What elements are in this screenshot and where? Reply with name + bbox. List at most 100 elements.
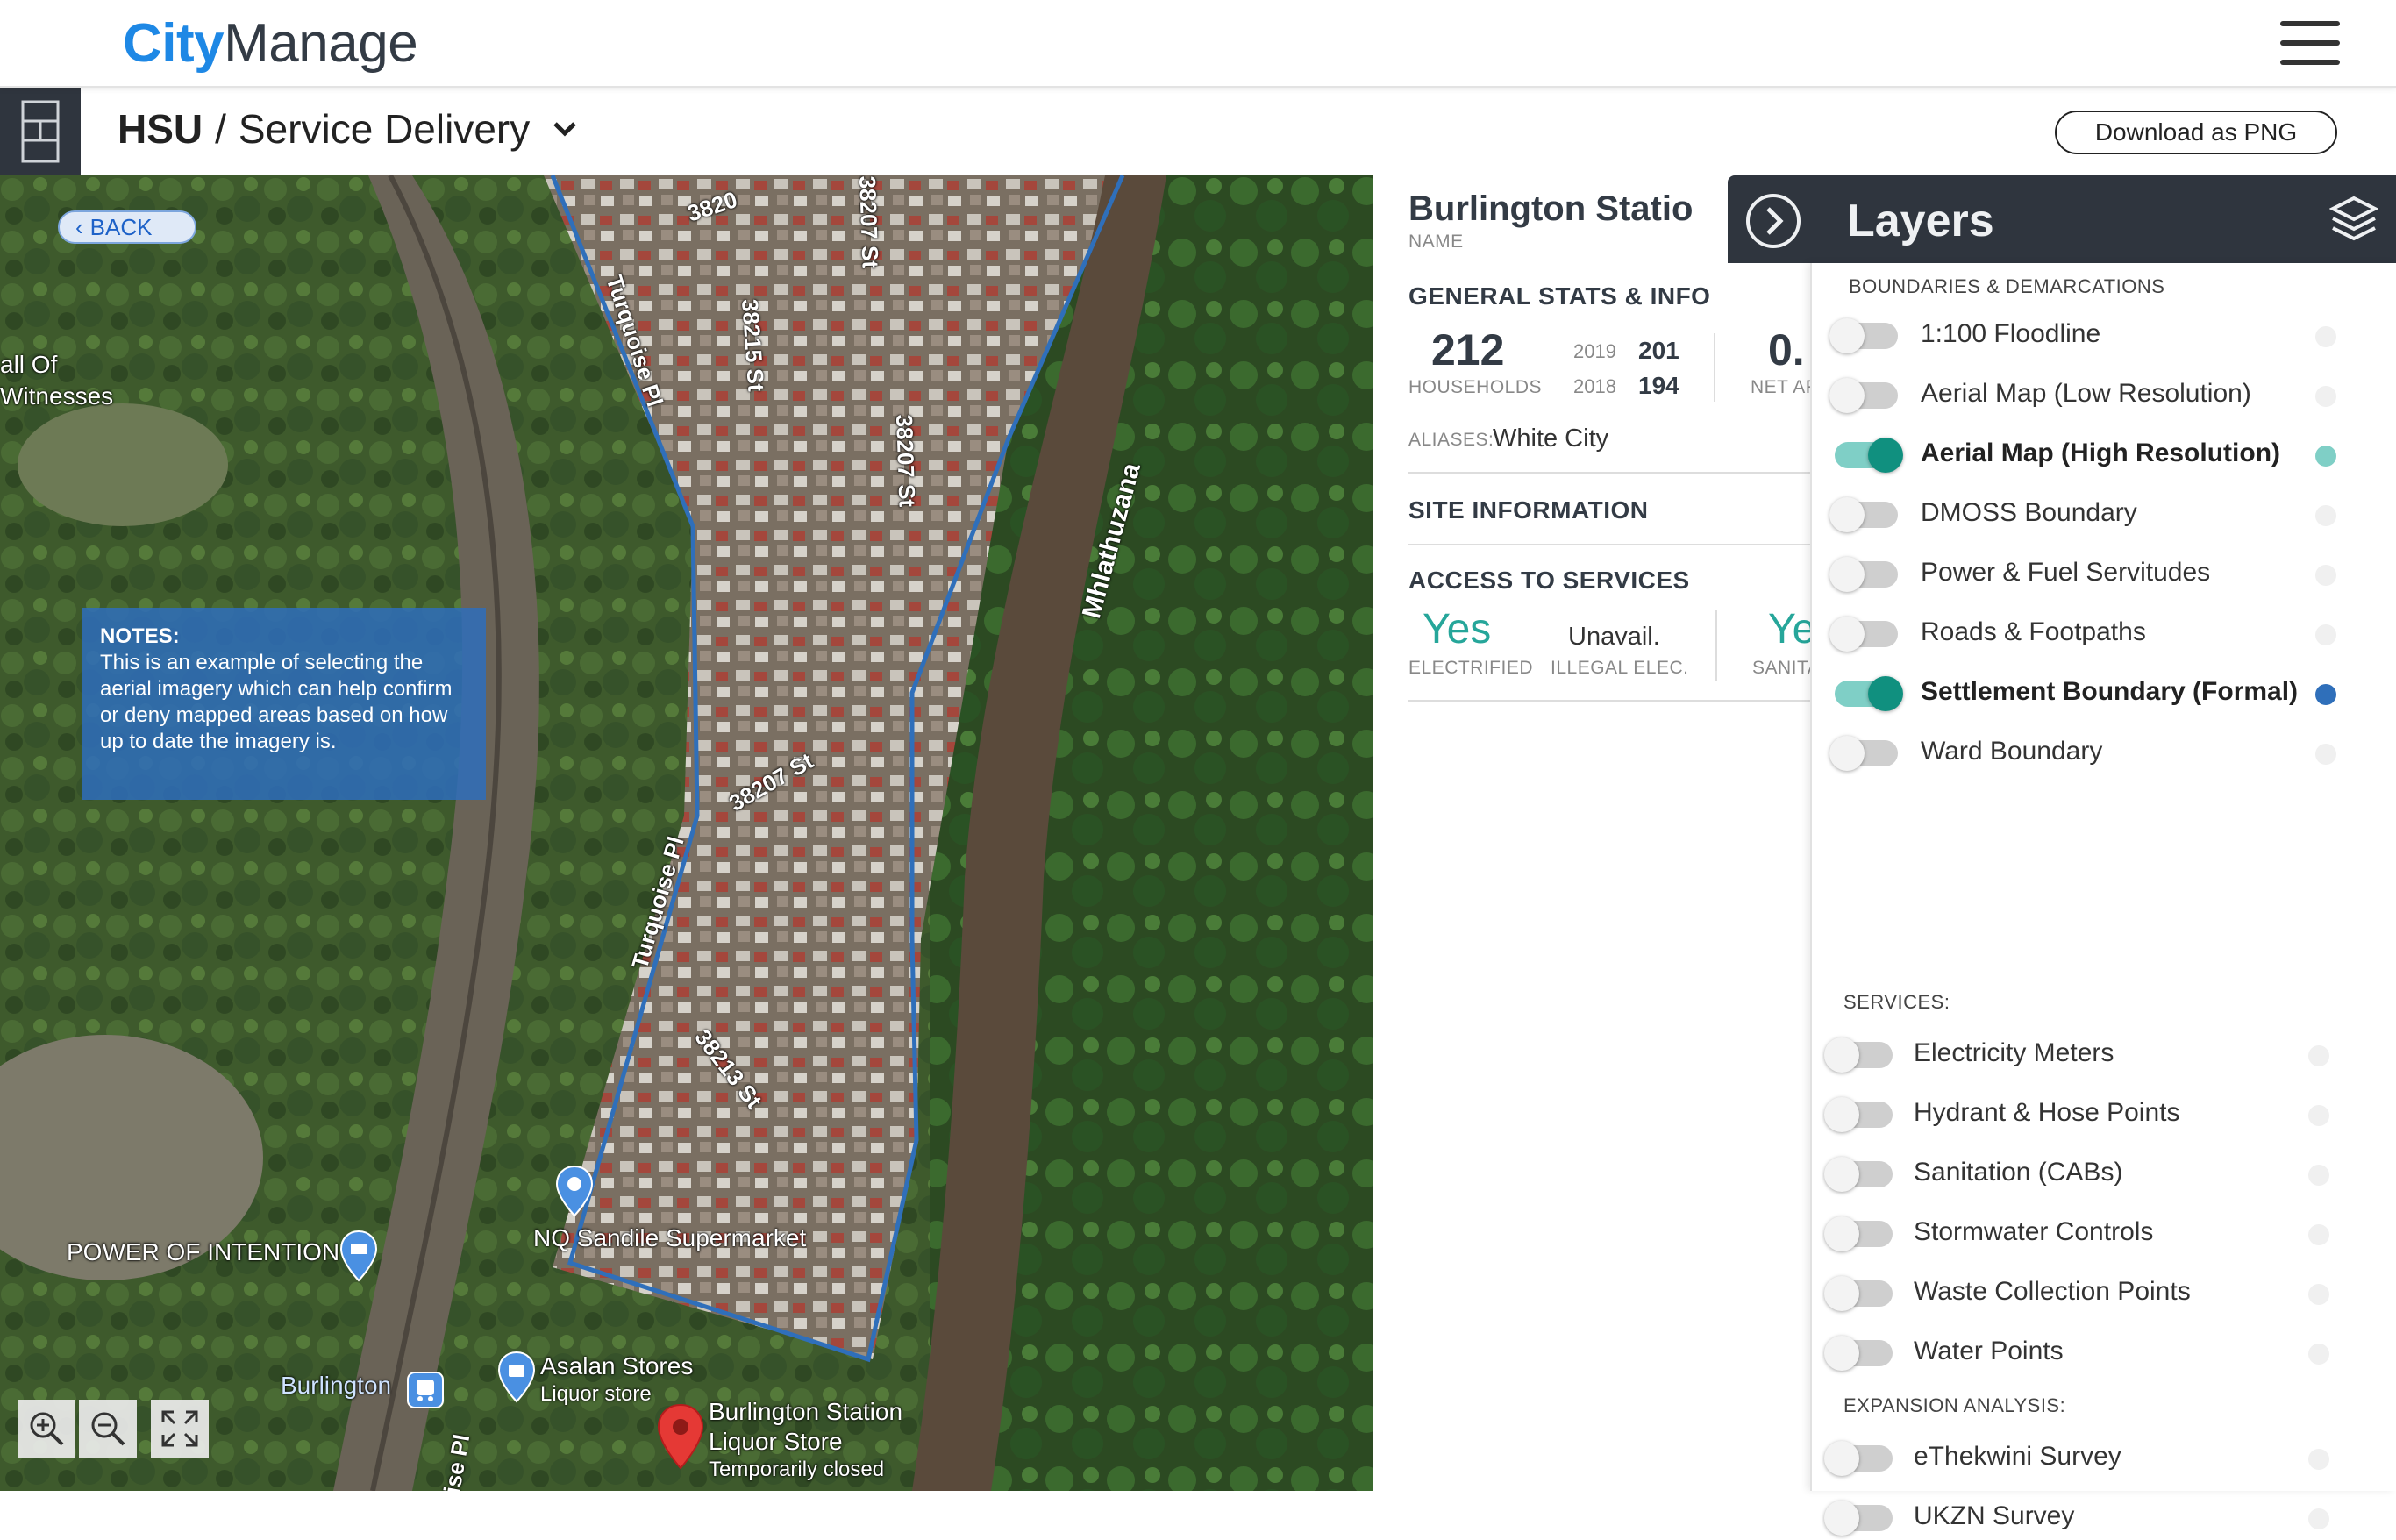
layer-row[interactable]: DMOSS Boundary bbox=[1812, 495, 2396, 537]
layer-toggle[interactable] bbox=[1829, 318, 1898, 353]
poi-sublabel: Liquor store bbox=[540, 1382, 652, 1406]
location-pin-icon[interactable] bbox=[656, 1403, 705, 1472]
sidebar-toggle-icon bbox=[21, 100, 60, 163]
layers-panel: Layers BOUNDARIES & DEMARCATIONS 1:100 Fl… bbox=[1728, 175, 2396, 1536]
site-information-title[interactable]: SITE INFORMATION bbox=[1408, 496, 1648, 524]
toggle-knob bbox=[1829, 617, 1865, 652]
breadcrumb-separator: / bbox=[215, 106, 226, 152]
layer-color-dot bbox=[2308, 1508, 2329, 1529]
layer-color-dot bbox=[2308, 1224, 2329, 1245]
toggle-knob bbox=[1824, 1157, 1859, 1192]
layer-toggle[interactable] bbox=[1829, 497, 1898, 532]
poi-label[interactable]: POWER OF INTENTION bbox=[67, 1238, 339, 1266]
layer-color-dot bbox=[2308, 1165, 2329, 1186]
layer-row[interactable]: Electricity Meters bbox=[1812, 1035, 2396, 1077]
layer-label: 1:100 Floodline bbox=[1921, 319, 2101, 348]
layer-toggle[interactable] bbox=[1829, 736, 1898, 771]
train-station-icon[interactable] bbox=[407, 1372, 444, 1408]
layer-color-dot bbox=[2315, 565, 2336, 586]
breadcrumb-root[interactable]: HSU bbox=[118, 105, 203, 153]
layer-toggle[interactable] bbox=[1824, 1441, 1893, 1476]
download-png-button[interactable]: Download as PNG bbox=[2055, 111, 2337, 154]
chevron-right-circle-icon[interactable] bbox=[1745, 193, 1801, 249]
layer-color-dot bbox=[2308, 1045, 2329, 1066]
layer-toggle[interactable] bbox=[1829, 557, 1898, 592]
electrified-value: Yes bbox=[1423, 606, 1492, 652]
layer-row[interactable]: Roads & Footpaths bbox=[1812, 614, 2396, 656]
shop-pin-icon[interactable] bbox=[339, 1230, 379, 1284]
aliases-caption: ALIASES: bbox=[1408, 430, 1494, 450]
layer-label: UKZN Survey bbox=[1914, 1501, 2075, 1530]
layer-row[interactable]: eThekwini Survey bbox=[1812, 1438, 2396, 1480]
layer-toggle[interactable] bbox=[1829, 378, 1898, 413]
access-services-title[interactable]: ACCESS TO SERVICES bbox=[1408, 567, 1690, 595]
layer-row[interactable]: Waste Collection Points bbox=[1812, 1273, 2396, 1315]
poi-label[interactable]: Asalan Stores bbox=[540, 1352, 693, 1380]
layer-toggle[interactable] bbox=[1824, 1157, 1893, 1192]
layer-row[interactable]: UKZN Survey bbox=[1812, 1498, 2396, 1540]
layer-row[interactable]: Settlement Boundary (Formal) bbox=[1812, 674, 2396, 716]
toggle-knob bbox=[1824, 1336, 1859, 1371]
layer-toggle[interactable] bbox=[1824, 1336, 1893, 1371]
poi-label[interactable]: NQ Sandile Supermarket bbox=[533, 1224, 806, 1252]
notes-body: This is an example of selecting the aeri… bbox=[100, 651, 453, 753]
layer-toggle[interactable] bbox=[1824, 1276, 1893, 1311]
poi-label[interactable]: Liquor Store bbox=[709, 1428, 843, 1456]
back-button[interactable]: ‹ BACK bbox=[58, 210, 196, 244]
store-pin-icon[interactable] bbox=[496, 1351, 537, 1405]
layer-row[interactable]: Stormwater Controls bbox=[1812, 1214, 2396, 1256]
year-value: 194 bbox=[1638, 372, 1679, 399]
shop-pin-icon[interactable] bbox=[554, 1165, 595, 1219]
layer-group-title: EXPANSION ANALYSIS: bbox=[1843, 1394, 2066, 1416]
zoom-in-icon bbox=[30, 1412, 64, 1446]
chevron-left-icon: ‹ bbox=[75, 213, 83, 240]
layer-color-dot bbox=[2315, 326, 2336, 347]
sidebar-toggle-button[interactable] bbox=[0, 88, 81, 175]
layer-color-dot bbox=[2308, 1449, 2329, 1470]
place-label: all Of bbox=[0, 351, 58, 378]
poi-label[interactable]: Burlington Station bbox=[709, 1398, 902, 1426]
layer-label: Electricity Meters bbox=[1914, 1038, 2114, 1067]
chevron-down-icon[interactable] bbox=[553, 120, 577, 138]
toggle-knob bbox=[1868, 438, 1903, 473]
zoom-out-button[interactable] bbox=[79, 1400, 137, 1458]
layer-toggle[interactable] bbox=[1829, 617, 1898, 652]
layer-row[interactable]: Hydrant & Hose Points bbox=[1812, 1094, 2396, 1137]
name-caption: NAME bbox=[1408, 232, 1464, 252]
layer-row[interactable]: Water Points bbox=[1812, 1333, 2396, 1375]
layer-color-dot bbox=[2315, 505, 2336, 526]
layer-row[interactable]: Aerial Map (Low Resolution) bbox=[1812, 375, 2396, 417]
aerial-map[interactable]: ‹ BACK NOTES: This is an example of selec… bbox=[0, 175, 1373, 1491]
layer-label: Waste Collection Points bbox=[1914, 1277, 2191, 1306]
layer-row[interactable]: Power & Fuel Servitudes bbox=[1812, 554, 2396, 596]
layers-header: Layers bbox=[1728, 175, 2396, 263]
fullscreen-button[interactable] bbox=[151, 1400, 209, 1458]
layer-row[interactable]: Sanitation (CABs) bbox=[1812, 1154, 2396, 1196]
settlement-name: Burlington Statio bbox=[1408, 189, 1694, 228]
notes-callout: NOTES: This is an example of selecting t… bbox=[82, 608, 486, 800]
layer-toggle[interactable] bbox=[1824, 1501, 1893, 1536]
layer-toggle[interactable] bbox=[1824, 1097, 1893, 1132]
zoom-in-button[interactable] bbox=[18, 1400, 75, 1458]
station-label[interactable]: Burlington bbox=[281, 1372, 391, 1400]
layer-toggle[interactable] bbox=[1824, 1216, 1893, 1251]
toggle-knob bbox=[1824, 1441, 1859, 1476]
layer-label: Roads & Footpaths bbox=[1921, 617, 2146, 646]
divider bbox=[1714, 333, 1715, 402]
hamburger-icon[interactable] bbox=[2280, 21, 2340, 65]
road-label: 38207 St bbox=[891, 414, 921, 508]
general-stats-title: GENERAL STATS & INFO bbox=[1408, 282, 1711, 310]
layer-label: Stormwater Controls bbox=[1914, 1217, 2154, 1246]
layer-toggle[interactable] bbox=[1824, 1037, 1893, 1073]
layer-toggle[interactable] bbox=[1835, 676, 1903, 711]
layer-color-dot bbox=[2315, 386, 2336, 407]
map-imagery bbox=[0, 175, 1373, 1491]
layers-stack-icon[interactable] bbox=[2329, 195, 2378, 244]
layer-row[interactable]: 1:100 Floodline bbox=[1812, 316, 2396, 358]
app-logo[interactable]: CityManage bbox=[123, 12, 418, 75]
breadcrumb: HSU / Service Delivery bbox=[118, 105, 577, 153]
layer-color-dot bbox=[2308, 1344, 2329, 1365]
layer-toggle[interactable] bbox=[1835, 438, 1903, 473]
layer-row[interactable]: Aerial Map (High Resolution) bbox=[1812, 435, 2396, 477]
layer-row[interactable]: Ward Boundary bbox=[1812, 733, 2396, 775]
